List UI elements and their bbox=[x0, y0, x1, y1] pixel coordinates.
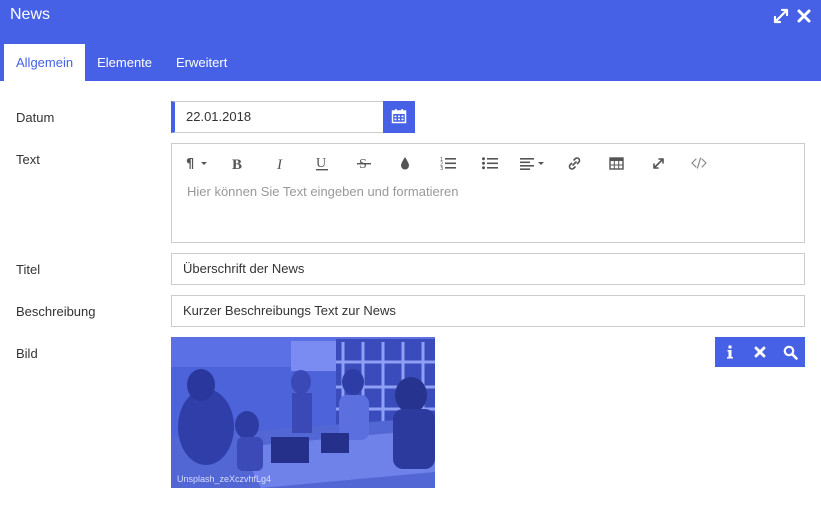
color-icon[interactable] bbox=[396, 152, 414, 174]
date-label: Datum bbox=[16, 110, 55, 125]
unordered-list-icon[interactable] bbox=[480, 152, 500, 174]
bold-icon[interactable]: B bbox=[228, 152, 248, 174]
svg-text:B: B bbox=[232, 157, 242, 171]
tab-elemente[interactable]: Elemente bbox=[85, 44, 164, 81]
image-label: Bild bbox=[16, 346, 38, 361]
svg-text:¶: ¶ bbox=[186, 157, 194, 170]
remove-icon[interactable] bbox=[745, 337, 775, 367]
paragraph-format-icon[interactable]: ¶ bbox=[184, 152, 212, 174]
svg-text:U: U bbox=[316, 156, 326, 171]
image-caption: Unsplash_zeXczvhfLg4 bbox=[177, 474, 272, 484]
ordered-list-icon[interactable]: 123 bbox=[438, 152, 458, 174]
strikethrough-icon[interactable]: S bbox=[354, 152, 374, 174]
align-icon[interactable] bbox=[518, 152, 548, 174]
fullscreen-icon[interactable] bbox=[648, 152, 668, 174]
calendar-button[interactable] bbox=[383, 101, 415, 133]
table-icon[interactable] bbox=[606, 152, 626, 174]
title-label: Titel bbox=[16, 262, 41, 277]
code-view-icon[interactable] bbox=[688, 152, 710, 174]
calendar-icon bbox=[391, 108, 407, 127]
image-preview[interactable]: Unsplash_zeXczvhfLg4 bbox=[171, 337, 435, 488]
title-input[interactable]: Überschrift der News bbox=[171, 253, 805, 285]
close-icon[interactable] bbox=[795, 7, 813, 25]
tab-bar: Allgemein Elemente Erweitert bbox=[4, 44, 239, 81]
window-title: News bbox=[10, 6, 51, 23]
editor-toolbar: ¶ B I U S 123 bbox=[172, 144, 804, 182]
link-icon[interactable] bbox=[564, 152, 584, 174]
date-input[interactable]: 22.01.2018 bbox=[171, 101, 384, 133]
image-thumbnail bbox=[171, 337, 435, 488]
zoom-icon[interactable] bbox=[775, 337, 805, 367]
expand-icon[interactable] bbox=[772, 7, 790, 25]
editor-placeholder: Hier können Sie Text eingeben und format… bbox=[187, 184, 459, 199]
tab-erweitert[interactable]: Erweitert bbox=[164, 44, 239, 81]
window-header: News Allgemein Elemente Erweitert bbox=[0, 0, 821, 81]
info-icon[interactable] bbox=[715, 337, 745, 367]
rich-text-editor[interactable]: ¶ B I U S 123 bbox=[171, 143, 805, 243]
image-action-bar bbox=[715, 337, 805, 367]
text-label: Text bbox=[16, 152, 40, 167]
tab-allgemein[interactable]: Allgemein bbox=[4, 44, 86, 81]
svg-text:3: 3 bbox=[440, 166, 443, 170]
description-input[interactable]: Kurzer Beschreibungs Text zur News bbox=[171, 295, 805, 327]
description-label: Beschreibung bbox=[16, 304, 96, 319]
italic-icon[interactable]: I bbox=[271, 152, 291, 174]
svg-text:I: I bbox=[276, 157, 283, 171]
underline-icon[interactable]: U bbox=[312, 152, 332, 174]
